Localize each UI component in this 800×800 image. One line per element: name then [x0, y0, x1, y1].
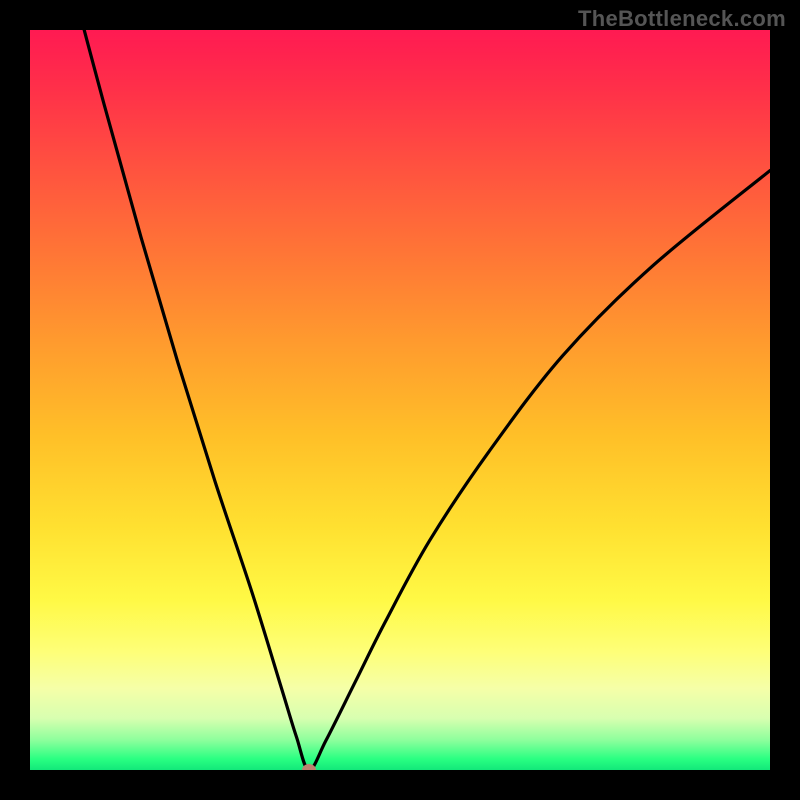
- heat-gradient: [30, 30, 770, 770]
- watermark-label: TheBottleneck.com: [578, 6, 786, 32]
- plot-area: [30, 30, 770, 770]
- optimum-marker: [302, 764, 316, 770]
- outer-frame: TheBottleneck.com: [0, 0, 800, 800]
